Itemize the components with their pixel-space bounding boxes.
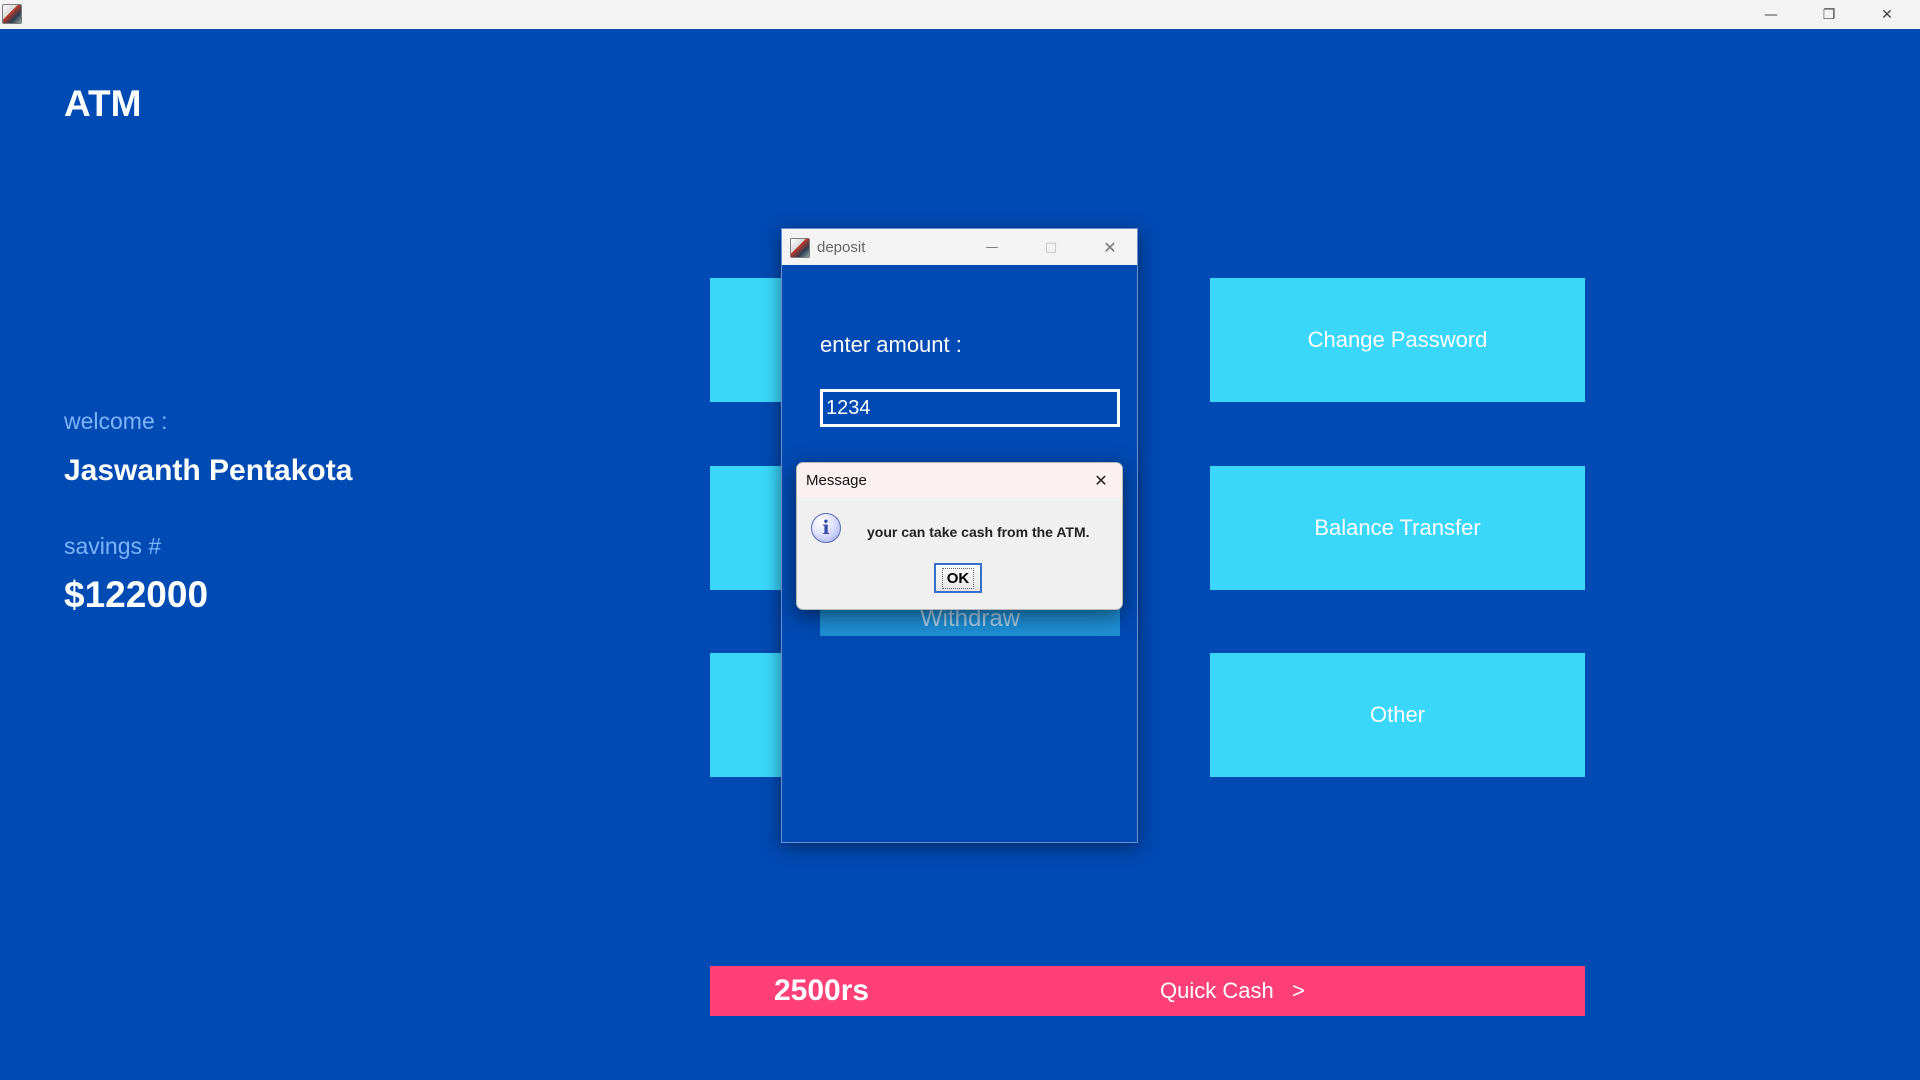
welcome-label: welcome :: [64, 408, 168, 434]
restore-icon[interactable]: ❐: [1800, 0, 1858, 29]
amount-input[interactable]: [820, 389, 1120, 427]
user-name: Jaswanth Pentakota: [64, 454, 353, 487]
java-app-icon: [2, 4, 22, 24]
message-dialog-title: Message: [806, 472, 867, 489]
message-titlebar: Message ✕: [797, 463, 1122, 497]
change-password-button[interactable]: Change Password: [1210, 278, 1585, 402]
message-text: your can take cash from the ATM.: [867, 524, 1090, 540]
window-titlebar: — ❐ ✕: [0, 0, 1920, 30]
message-dialog: Message ✕ i your can take cash from the …: [796, 462, 1123, 610]
savings-label: savings #: [64, 533, 162, 559]
amount-label: enter amount :: [820, 332, 962, 357]
deposit-window-title: deposit: [817, 239, 866, 256]
ok-button[interactable]: OK: [934, 563, 982, 593]
info-icon: i: [811, 513, 841, 543]
close-icon[interactable]: ✕: [1080, 463, 1122, 497]
menu-button-left-3[interactable]: [710, 653, 784, 777]
maximize-icon: □: [1044, 239, 1058, 255]
minimize-icon[interactable]: —: [970, 229, 1014, 265]
close-icon[interactable]: ✕: [1088, 229, 1132, 265]
balance-transfer-button[interactable]: Balance Transfer: [1210, 466, 1585, 590]
deposit-titlebar: deposit — □ ✕: [782, 229, 1137, 265]
java-app-icon: [790, 238, 810, 258]
bank-title: ATM: [64, 83, 142, 124]
other-button[interactable]: Other: [1210, 653, 1585, 777]
quick-cash-button[interactable]: 2500rs Quick Cash >: [710, 966, 1585, 1016]
account-balance: $122000: [64, 574, 209, 615]
menu-button-left-1[interactable]: [710, 278, 784, 402]
quick-cash-amount: 2500rs: [774, 974, 870, 1007]
close-icon[interactable]: ✕: [1858, 0, 1916, 29]
minimize-icon[interactable]: —: [1742, 0, 1800, 29]
quick-cash-label: Quick Cash >: [1160, 978, 1305, 1003]
ok-button-label: OK: [941, 567, 975, 589]
menu-button-left-2[interactable]: [710, 466, 784, 590]
